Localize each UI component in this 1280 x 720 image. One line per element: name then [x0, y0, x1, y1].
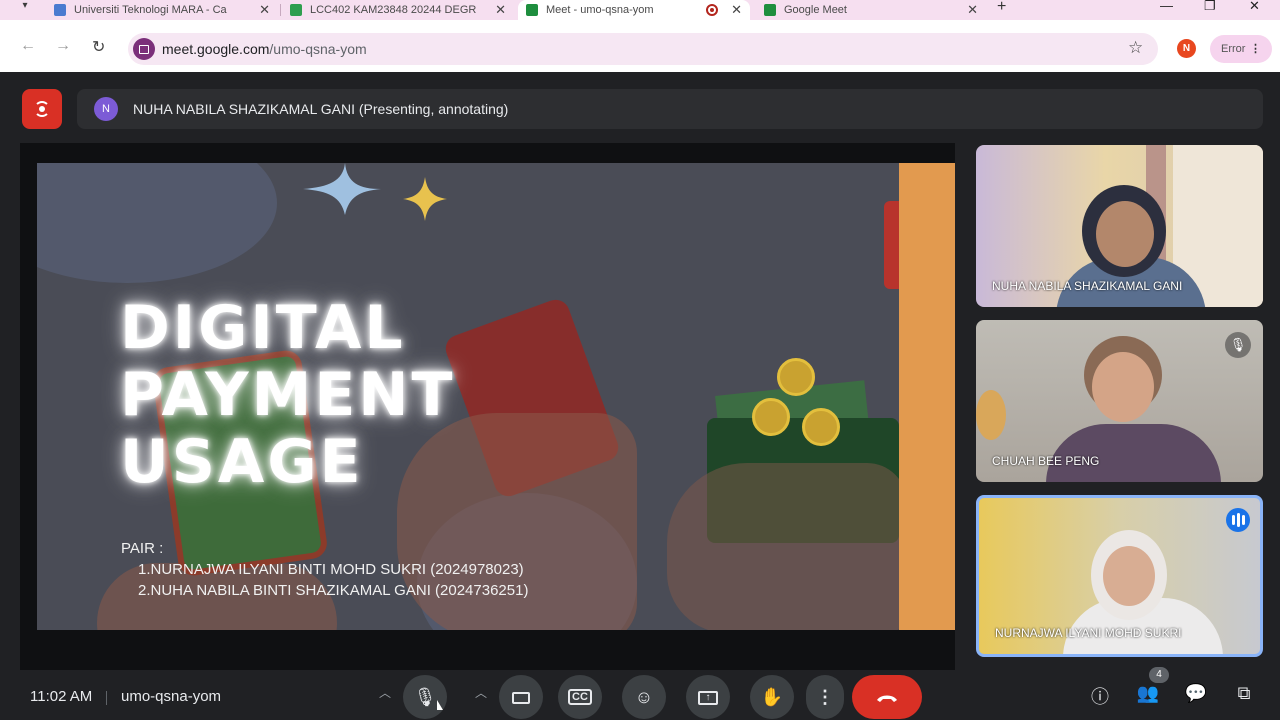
classroom-favicon-icon: [290, 4, 302, 16]
participant-tile[interactable]: 🎙 CHUAH BEE PENG: [976, 320, 1263, 482]
tab-uitm[interactable]: Universiti Teknologi MARA - Ca ✕: [48, 0, 278, 20]
microphone-button[interactable]: 🎙: [403, 675, 447, 719]
camera-button[interactable]: [499, 675, 543, 719]
url-path: /umo-qsna-yom: [269, 41, 367, 57]
presenter-avatar: N: [94, 97, 118, 121]
recording-icon: [706, 4, 718, 16]
back-arrow-icon[interactable]: ←: [20, 37, 36, 55]
hand-illustration: [667, 463, 899, 630]
live-broadcast-icon[interactable]: [22, 89, 62, 129]
clock: 11:02 AM: [30, 688, 93, 705]
reload-icon[interactable]: ↻: [92, 37, 105, 57]
slide-accent-bar: [899, 163, 955, 630]
divider: [106, 691, 107, 705]
participant-video: [1092, 352, 1154, 422]
people-count-badge: 4: [1149, 667, 1169, 683]
url-text[interactable]: meet.google.com/umo-qsna-yom: [162, 41, 367, 57]
coin-illustration: [802, 408, 840, 446]
microphone-icon: 🎙: [413, 687, 437, 707]
closed-captions-icon: CC: [568, 689, 592, 705]
tab-title: LCC402 KAM23848 20244 DEGR: [310, 4, 477, 16]
browser-tab-strip: ▾ Universiti Teknologi MARA - Ca ✕ LCC40…: [0, 0, 1280, 20]
coin-illustration: [752, 398, 790, 436]
tab-google-meet[interactable]: Google Meet ✕: [756, 0, 986, 20]
end-call-icon: [877, 695, 897, 703]
close-icon[interactable]: ✕: [967, 2, 978, 18]
close-icon[interactable]: ✕: [495, 2, 506, 18]
restore-icon[interactable]: ❐: [1204, 0, 1216, 12]
forward-arrow-icon[interactable]: →: [55, 37, 71, 55]
leave-call-button[interactable]: [852, 675, 922, 719]
new-tab-plus-icon[interactable]: +: [997, 0, 1006, 15]
participant-video: [1103, 546, 1155, 606]
more-options-button[interactable]: ⋮: [806, 675, 844, 719]
mouse-cursor: [437, 700, 443, 710]
chat-icon[interactable]: 💬: [1183, 683, 1209, 704]
coin-illustration: [777, 358, 815, 396]
captions-button[interactable]: CC: [558, 675, 602, 719]
participant-tile[interactable]: NUHA NABILA SHAZIKAMAL GANI: [976, 145, 1263, 307]
present-screen-icon: ↑: [698, 691, 718, 706]
presenter-status: NUHA NABILA SHAZIKAMAL GANI (Presenting,…: [133, 101, 509, 117]
slide-title-line: DIGITAL: [120, 293, 406, 363]
sparkle-icon: [403, 177, 447, 221]
people-icon[interactable]: 👥: [1135, 683, 1161, 704]
slide-title-line: USAGE: [120, 427, 364, 497]
pair-item: 2.NUHA NABILA BINTI SHAZIKAMAL GANI (202…: [138, 582, 529, 599]
close-icon[interactable]: ✕: [731, 2, 742, 18]
tab-title: Google Meet: [784, 4, 847, 16]
sparkle-icon: [303, 163, 381, 215]
hand-icon: ✋: [760, 687, 784, 707]
participant-name: NURNAJWA ILYANI MOHD SUKRI: [995, 626, 1182, 640]
url-host: meet.google.com: [162, 41, 270, 57]
audio-options-chevron-icon[interactable]: ︿: [379, 684, 391, 701]
camera-icon: [512, 692, 530, 705]
pair-item: 1.NURNAJWA ILYANI BINTI MOHD SUKRI (2024…: [138, 561, 524, 578]
tab-separator: [280, 4, 281, 16]
uitm-favicon-icon: [54, 4, 66, 16]
tab-title: Meet - umo-qsna-yom: [546, 4, 654, 16]
meet-favicon-icon: [764, 4, 776, 16]
meet-favicon-icon: [526, 4, 538, 16]
slide-title: DIGITAL PAYMENT USAGE: [120, 295, 455, 496]
raise-hand-button[interactable]: ✋: [750, 675, 794, 719]
participant-tile-active-speaker[interactable]: NURNAJWA ILYANI MOHD SUKRI: [976, 495, 1263, 657]
slide-decoration: [884, 201, 899, 289]
speaking-indicator-icon: [1226, 508, 1250, 532]
minimize-icon[interactable]: —: [1160, 0, 1173, 12]
close-icon[interactable]: ✕: [259, 2, 270, 18]
slide-title-line: PAYMENT: [120, 360, 456, 430]
tab-search-chevron-icon[interactable]: ▾: [14, 0, 36, 18]
activities-icon[interactable]: ⧉: [1231, 683, 1257, 704]
tab-meet-active[interactable]: Meet - umo-qsna-yom ✕: [518, 0, 750, 20]
bookmark-star-icon[interactable]: ☆: [1128, 38, 1143, 58]
profile-avatar[interactable]: N: [1177, 39, 1196, 58]
meeting-info-icon[interactable]: ⓘ: [1087, 683, 1113, 709]
pair-label: PAIR :: [121, 540, 164, 557]
more-vert-icon: ⋮: [1250, 43, 1261, 55]
error-button[interactable]: Error ⋮: [1210, 35, 1272, 63]
tab-title: Universiti Teknologi MARA - Ca: [74, 4, 227, 16]
meeting-code: umo-qsna-yom: [121, 688, 222, 705]
emoji-icon: ☺: [634, 687, 654, 707]
window-close-icon[interactable]: ✕: [1249, 0, 1260, 12]
video-options-chevron-icon[interactable]: ︿: [475, 684, 487, 701]
mic-off-icon: 🎙: [1225, 332, 1251, 358]
participant-name: NUHA NABILA SHAZIKAMAL GANI: [992, 279, 1183, 293]
error-label: Error: [1221, 43, 1246, 55]
more-vert-icon: ⋮: [816, 687, 834, 707]
reactions-button[interactable]: ☺: [622, 675, 666, 719]
participant-video: [1096, 201, 1154, 267]
tab-lcc402[interactable]: LCC402 KAM23848 20244 DEGR ✕: [284, 0, 514, 20]
participant-name: CHUAH BEE PENG: [992, 454, 1100, 468]
present-button[interactable]: ↑: [686, 675, 730, 719]
site-info-icon[interactable]: [133, 38, 155, 60]
participant-video: [1046, 424, 1221, 482]
